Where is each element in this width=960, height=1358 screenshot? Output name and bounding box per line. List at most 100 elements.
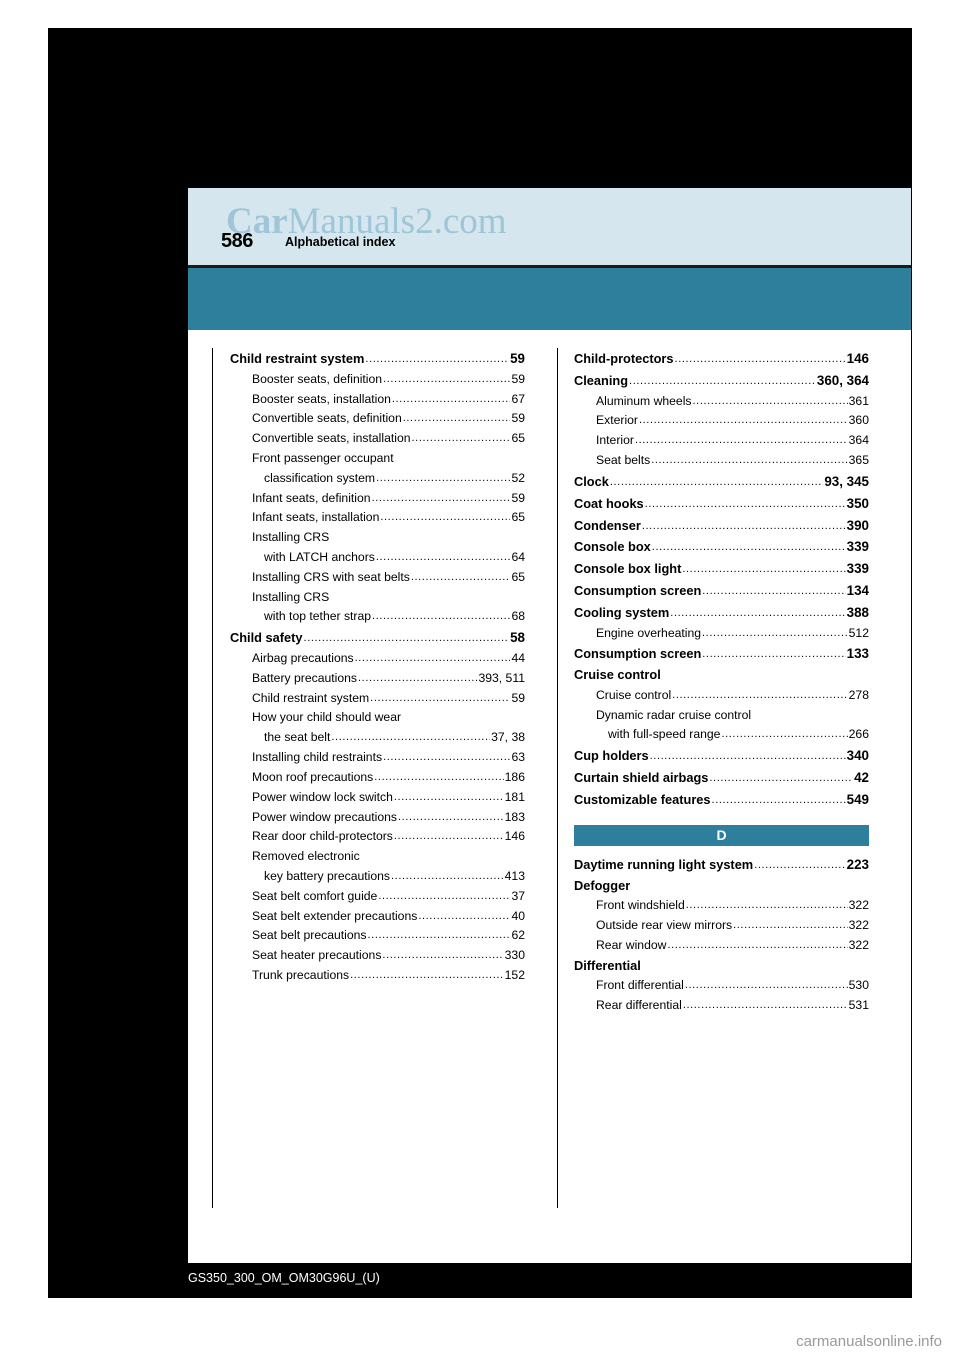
index-entry-label: Consumption screen bbox=[574, 582, 702, 598]
index-entry-leader: ........................................… bbox=[684, 979, 848, 992]
index-entry-leader: ........................................… bbox=[639, 414, 848, 427]
index-entry: Dynamic radar cruise control bbox=[574, 706, 869, 726]
index-entry-leader: ........................................… bbox=[682, 563, 846, 576]
index-entry-label: Power window precautions bbox=[252, 809, 397, 824]
document-footer: GS350_300_OM_OM30G96U_(U) bbox=[188, 1271, 380, 1285]
index-entry-leader: ........................................… bbox=[372, 610, 510, 623]
index-entry-leader: ........................................… bbox=[674, 353, 846, 365]
index-entry-page: 59 bbox=[511, 490, 525, 505]
index-entry-label: Dynamic radar cruise control bbox=[596, 707, 752, 722]
index-entry: Front differential......................… bbox=[574, 976, 869, 996]
index-entry-leader: ........................................… bbox=[370, 691, 510, 704]
index-entry-label: Differential bbox=[574, 957, 641, 973]
index-entry-leader: ........................................… bbox=[391, 392, 511, 405]
index-entry-leader: ........................................… bbox=[303, 632, 510, 645]
index-entry-leader: ........................................… bbox=[667, 938, 847, 951]
index-entry-leader: ........................................… bbox=[692, 394, 848, 407]
index-entry-leader: ........................................… bbox=[709, 772, 853, 785]
page-title: Alphabetical index bbox=[285, 235, 396, 249]
index-entry-page: 364 bbox=[848, 433, 869, 448]
index-entry-page: 360, 364 bbox=[816, 372, 869, 388]
index-entry-label: Child-protectors bbox=[574, 351, 674, 366]
index-column-right: Child-protectors........................… bbox=[574, 348, 869, 1016]
index-entry-page: 183 bbox=[504, 809, 525, 824]
index-entry-leader: ........................................… bbox=[651, 454, 847, 467]
index-entry: Power window precautions................… bbox=[230, 808, 525, 828]
index-entry: Seat belt comfort guide.................… bbox=[230, 887, 525, 907]
index-entry: Convertible seats, definition...........… bbox=[230, 409, 525, 429]
index-entry-label: Child safety bbox=[230, 630, 303, 646]
index-entry-page: 512 bbox=[848, 625, 869, 640]
index-entry: Trunk precautions.......................… bbox=[230, 966, 525, 986]
index-entry-label: Convertible seats, installation bbox=[252, 431, 411, 446]
index-entry-leader: ........................................… bbox=[371, 491, 511, 504]
index-entry-page: 339 bbox=[846, 539, 869, 555]
index-entry: Cruise control bbox=[574, 665, 869, 686]
index-entry: Outside rear view mirrors...............… bbox=[574, 916, 869, 936]
index-entry-page: 63 bbox=[511, 750, 525, 765]
index-entry: Condenser...............................… bbox=[574, 515, 869, 537]
index-entry-label: Booster seats, definition bbox=[252, 371, 383, 386]
index-entry-label: Cleaning bbox=[574, 372, 629, 388]
index-entry-label: Convertible seats, definition bbox=[252, 411, 402, 426]
index-entry: with full-speed range...................… bbox=[574, 725, 869, 745]
index-entry: Engine overheating......................… bbox=[574, 624, 869, 644]
index-entry-page: 330 bbox=[504, 948, 525, 963]
index-entry-leader: ........................................… bbox=[629, 374, 816, 387]
index-entry-label: Cup holders bbox=[574, 748, 649, 764]
index-entry-label: key battery precautions bbox=[264, 868, 391, 883]
index-entry: Coat hooks..............................… bbox=[574, 493, 869, 515]
index-entry-page: 59 bbox=[511, 371, 525, 386]
index-entry-leader: ........................................… bbox=[672, 688, 848, 701]
index-entry: key battery precautions.................… bbox=[230, 867, 525, 887]
index-entry-leader: ........................................… bbox=[375, 551, 511, 564]
index-entry-page: 266 bbox=[848, 727, 869, 742]
index-entry-leader: ........................................… bbox=[411, 432, 511, 445]
index-entry: Rear differential.......................… bbox=[574, 996, 869, 1016]
index-entry-label: Curtain shield airbags bbox=[574, 770, 709, 786]
index-entry: Convertible seats, installation.........… bbox=[230, 429, 525, 449]
index-entry: Consumption screen......................… bbox=[574, 580, 869, 602]
index-entry-label: Battery precautions bbox=[252, 670, 358, 685]
index-entry-page: 65 bbox=[511, 431, 525, 446]
index-entry-leader: ........................................… bbox=[367, 929, 511, 942]
index-entry: Daytime running light system............… bbox=[574, 854, 869, 876]
index-entry: Child-protectors........................… bbox=[574, 348, 869, 370]
index-entry-label: Installing CRS bbox=[252, 530, 330, 545]
index-entry-label: Aluminum wheels bbox=[596, 393, 692, 408]
index-entry-label: Clock bbox=[574, 473, 609, 489]
index-entry-label: Engine overheating bbox=[596, 625, 702, 640]
index-entry-label: Defogger bbox=[574, 877, 631, 893]
index-entry-page: 59 bbox=[511, 411, 525, 426]
index-entry-leader: ........................................… bbox=[393, 790, 504, 803]
index-entry-page: 361 bbox=[848, 393, 869, 408]
page-root: CarManuals2.com 586 Alphabetical index C… bbox=[0, 0, 960, 1358]
index-entry-label: Rear door child-protectors bbox=[252, 829, 393, 844]
index-entry: Booster seats, definition...............… bbox=[230, 370, 525, 390]
index-entry: Exterior................................… bbox=[574, 411, 869, 431]
index-entry: Seat belt extender precautions..........… bbox=[230, 907, 525, 927]
index-entry-leader: ........................................… bbox=[651, 541, 846, 554]
index-entry-page: 40 bbox=[511, 908, 525, 923]
index-entry-leader: ........................................… bbox=[702, 626, 848, 639]
index-entry-leader: ........................................… bbox=[685, 899, 848, 912]
index-entry-page: 59 bbox=[510, 351, 525, 366]
index-entry: Defogger bbox=[574, 876, 869, 897]
column-rule-left bbox=[212, 348, 213, 1208]
index-entry-leader: ........................................… bbox=[418, 909, 510, 922]
index-entry-label: Seat belt precautions bbox=[252, 928, 367, 943]
index-entry: Cruise control..........................… bbox=[574, 686, 869, 706]
index-entry-label: with top tether strap bbox=[264, 609, 372, 624]
index-entry-page: 350 bbox=[846, 495, 869, 511]
index-entry-page: 322 bbox=[848, 898, 869, 913]
index-entry: Child restraint system..................… bbox=[230, 689, 525, 709]
index-entry-leader: ........................................… bbox=[397, 810, 504, 823]
index-entry-page: 360 bbox=[848, 413, 869, 428]
index-entry-label: Condenser bbox=[574, 517, 641, 533]
index-entry-label: Consumption screen bbox=[574, 646, 702, 662]
index-entry-page: 181 bbox=[504, 789, 525, 804]
index-entry-label: Child restraint system bbox=[252, 690, 370, 705]
index-entry-label: Cooling system bbox=[574, 604, 670, 620]
column-rule-middle bbox=[557, 348, 558, 1208]
index-entry-leader: ........................................… bbox=[702, 648, 845, 661]
